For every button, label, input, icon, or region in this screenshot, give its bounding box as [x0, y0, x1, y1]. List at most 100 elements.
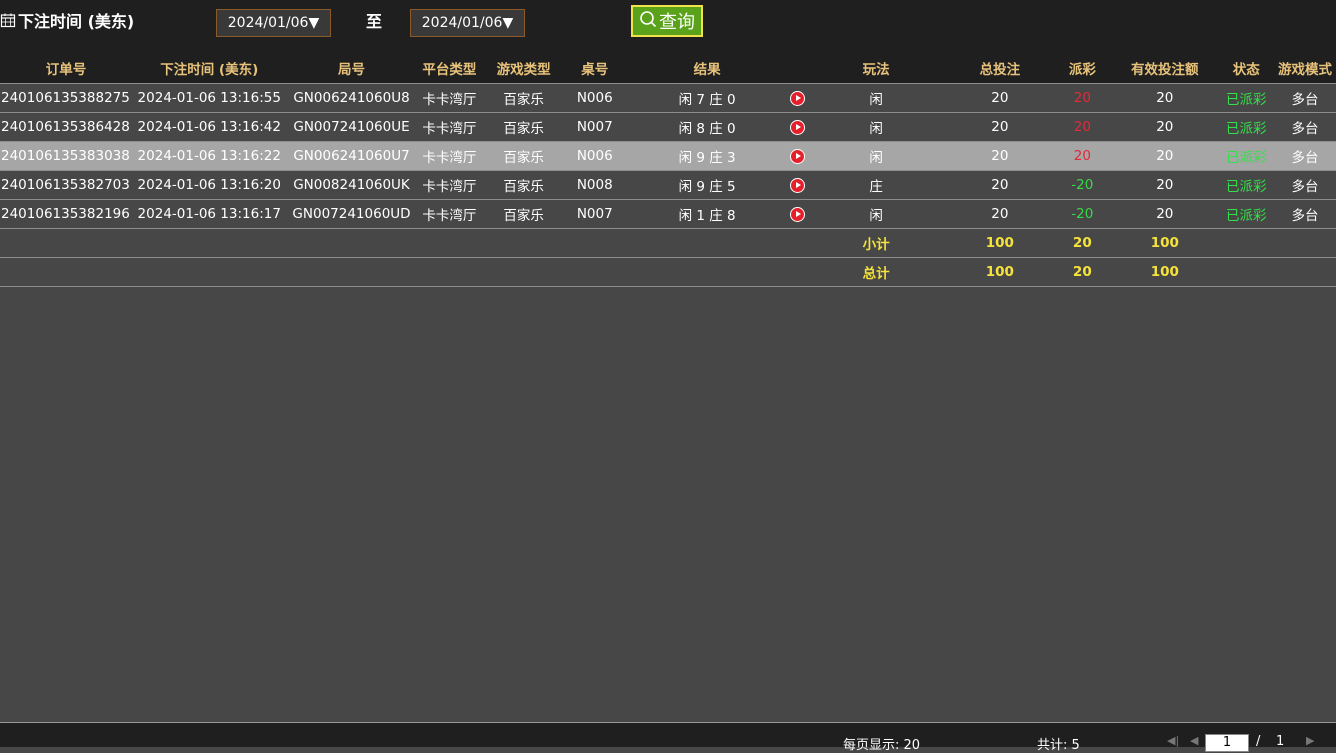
- play-replay-icon[interactable]: [790, 206, 806, 222]
- bet-records-table: 订单号 下注时间 (美东) 局号 平台类型 游戏类型 桌号 结果 玩法 总投注 …: [0, 53, 1336, 287]
- payout: 20: [1053, 83, 1112, 113]
- play-type: 闲: [806, 199, 947, 229]
- table-no: N006: [564, 83, 625, 113]
- game-mode: 多台: [1274, 141, 1336, 171]
- play-type: 闲: [806, 83, 947, 113]
- result: 闲 9 庄 5: [624, 170, 790, 200]
- bet-time: 2024-01-06 13:16:42: [131, 112, 287, 142]
- game-mode: 多台: [1274, 170, 1336, 200]
- col-order-no[interactable]: 订单号: [0, 53, 132, 84]
- status-badge: 已派彩: [1218, 199, 1275, 229]
- bet-time: 2024-01-06 13:16:55: [131, 83, 287, 113]
- valid-bet: 20: [1111, 141, 1219, 171]
- result: 闲 9 庄 3: [624, 141, 790, 171]
- filter-label: 下注时间 (美东): [0, 9, 134, 31]
- payout: -20: [1053, 199, 1112, 229]
- result: 闲 7 庄 0: [624, 83, 790, 113]
- col-platform[interactable]: 平台类型: [416, 53, 483, 84]
- game-mode: 多台: [1274, 199, 1336, 229]
- total-label: 总计: [806, 257, 947, 287]
- table-row[interactable]: 240106135382196 2024-01-06 13:16:17 GN00…: [0, 199, 1336, 229]
- game-type: 百家乐: [482, 83, 565, 113]
- platform: 卡卡湾厅: [416, 83, 483, 113]
- order-no: 240106135382703: [0, 170, 132, 200]
- game-type: 百家乐: [482, 112, 565, 142]
- play-type: 闲: [806, 112, 947, 142]
- filter-label-text: 下注时间 (美东): [18, 12, 135, 31]
- table-row[interactable]: 240106135388275 2024-01-06 13:16:55 GN00…: [0, 83, 1336, 113]
- col-game-type[interactable]: 游戏类型: [482, 53, 565, 84]
- from-date-select[interactable]: 2024/01/06▼: [216, 9, 331, 37]
- total-bet: 20: [946, 83, 1054, 113]
- game-type: 百家乐: [482, 199, 565, 229]
- table-no: N007: [564, 199, 625, 229]
- total-bet: 20: [946, 112, 1054, 142]
- col-bet-time[interactable]: 下注时间 (美东): [131, 53, 287, 84]
- play-type: 庄: [806, 170, 947, 200]
- round-no: GN008241060UK: [286, 170, 417, 200]
- round-no: GN007241060UE: [286, 112, 417, 142]
- payout: 20: [1053, 112, 1112, 142]
- col-round-no[interactable]: 局号: [286, 53, 417, 84]
- to-date-select[interactable]: 2024/01/06▼: [410, 9, 525, 37]
- round-no: GN006241060U7: [286, 141, 417, 171]
- status-badge: 已派彩: [1218, 141, 1275, 171]
- platform: 卡卡湾厅: [416, 199, 483, 229]
- table-no: N006: [564, 141, 625, 171]
- game-mode: 多台: [1274, 83, 1336, 113]
- total-bet: 20: [946, 170, 1054, 200]
- col-status[interactable]: 状态: [1218, 53, 1275, 84]
- order-no: 240106135386428: [0, 112, 132, 142]
- next-page-icon[interactable]: ▶: [1306, 734, 1314, 747]
- total-row: 总计 100 20 100: [0, 257, 1336, 287]
- query-button[interactable]: 查询: [631, 5, 703, 37]
- table-no: N007: [564, 112, 625, 142]
- order-no: 240106135383038: [0, 141, 132, 171]
- result: 闲 8 庄 0: [624, 112, 790, 142]
- col-payout[interactable]: 派彩: [1053, 53, 1112, 84]
- filter-bar: 下注时间 (美东) 2024/01/06▼ 至 2024/01/06▼ 查询: [0, 0, 1336, 53]
- table-no: N008: [564, 170, 625, 200]
- platform: 卡卡湾厅: [416, 141, 483, 171]
- play-replay-icon[interactable]: [790, 119, 806, 135]
- first-page-icon[interactable]: ◀|: [1167, 734, 1179, 747]
- play-type: 闲: [806, 141, 947, 171]
- play-replay-icon[interactable]: [790, 148, 806, 164]
- order-no: 240106135382196: [0, 199, 132, 229]
- total-payout: 20: [1053, 257, 1112, 287]
- play-replay-icon[interactable]: [790, 90, 806, 106]
- platform: 卡卡湾厅: [416, 112, 483, 142]
- page-number-input[interactable]: 1: [1205, 734, 1249, 752]
- valid-bet: 20: [1111, 83, 1219, 113]
- bet-time: 2024-01-06 13:16:20: [131, 170, 287, 200]
- table-row[interactable]: 240106135386428 2024-01-06 13:16:42 GN00…: [0, 112, 1336, 142]
- round-no: GN007241060UD: [286, 199, 417, 229]
- total-bet: 20: [946, 199, 1054, 229]
- subtotal-payout: 20: [1053, 228, 1112, 258]
- table-row[interactable]: 240106135382703 2024-01-06 13:16:20 GN00…: [0, 170, 1336, 200]
- col-play[interactable]: 玩法: [806, 53, 947, 84]
- bet-time: 2024-01-06 13:16:17: [131, 199, 287, 229]
- valid-bet: 20: [1111, 170, 1219, 200]
- calendar-icon: [0, 12, 16, 28]
- col-total-bet[interactable]: 总投注: [946, 53, 1054, 84]
- prev-page-icon[interactable]: ◀: [1190, 734, 1198, 747]
- valid-bet: 20: [1111, 199, 1219, 229]
- col-game-mode[interactable]: 游戏模式: [1274, 53, 1336, 84]
- valid-bet: 20: [1111, 112, 1219, 142]
- search-icon: [639, 10, 657, 33]
- total-bet: 100: [946, 257, 1054, 287]
- play-replay-icon[interactable]: [790, 177, 806, 193]
- col-table-no[interactable]: 桌号: [564, 53, 625, 84]
- table-row-selected[interactable]: 240106135383038 2024-01-06 13:16:22 GN00…: [0, 141, 1336, 171]
- pagination-bar: 每页显示: 20 共计: 5 ◀| ◀ 1 / 1 ▶: [0, 722, 1336, 753]
- subtotal-row: 小计 100 20 100: [0, 228, 1336, 258]
- status-badge: 已派彩: [1218, 170, 1275, 200]
- subtotal-label: 小计: [806, 228, 947, 258]
- total-bet: 20: [946, 141, 1054, 171]
- col-valid-bet[interactable]: 有效投注额: [1111, 53, 1219, 84]
- round-no: GN006241060U8: [286, 83, 417, 113]
- game-mode: 多台: [1274, 112, 1336, 142]
- col-result[interactable]: 结果: [624, 53, 790, 84]
- result: 闲 1 庄 8: [624, 199, 790, 229]
